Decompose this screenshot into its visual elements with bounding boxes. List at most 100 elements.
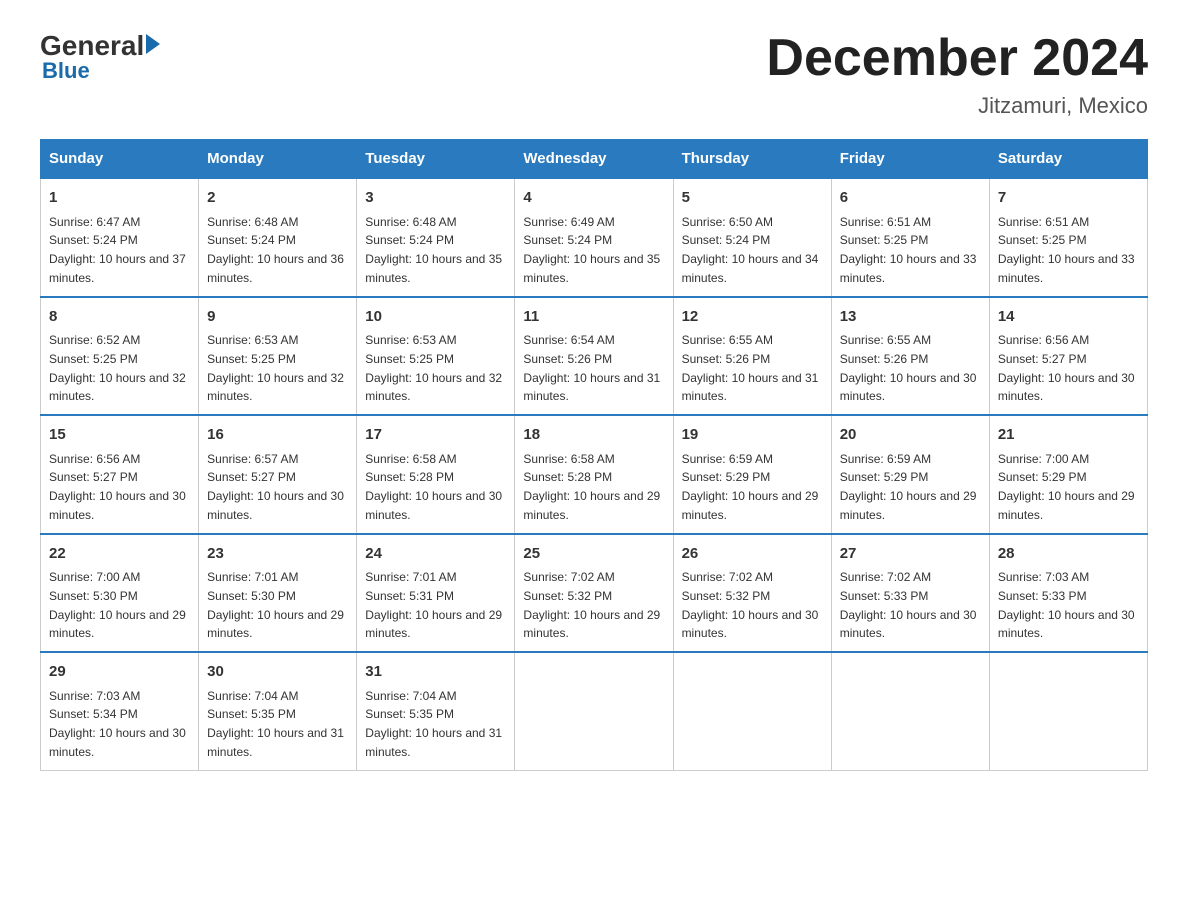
header-thursday: Thursday (673, 140, 831, 179)
day-number: 28 (998, 543, 1139, 566)
calendar-day-cell: 31 Sunrise: 7:04 AMSunset: 5:35 PMDaylig… (357, 652, 515, 770)
day-info: Sunrise: 6:55 AMSunset: 5:26 PMDaylight:… (682, 333, 819, 403)
calendar-week-row: 29 Sunrise: 7:03 AMSunset: 5:34 PMDaylig… (41, 652, 1148, 770)
day-info: Sunrise: 6:49 AMSunset: 5:24 PMDaylight:… (523, 215, 660, 285)
calendar-day-cell: 6 Sunrise: 6:51 AMSunset: 5:25 PMDayligh… (831, 178, 989, 297)
day-info: Sunrise: 7:03 AMSunset: 5:34 PMDaylight:… (49, 689, 186, 759)
day-number: 1 (49, 187, 190, 210)
calendar-day-cell: 8 Sunrise: 6:52 AMSunset: 5:25 PMDayligh… (41, 297, 199, 416)
calendar-day-cell (989, 652, 1147, 770)
day-info: Sunrise: 7:00 AMSunset: 5:30 PMDaylight:… (49, 570, 186, 640)
calendar-day-cell: 5 Sunrise: 6:50 AMSunset: 5:24 PMDayligh… (673, 178, 831, 297)
calendar-day-cell: 2 Sunrise: 6:48 AMSunset: 5:24 PMDayligh… (199, 178, 357, 297)
day-number: 13 (840, 306, 981, 329)
day-number: 10 (365, 306, 506, 329)
calendar-table: Sunday Monday Tuesday Wednesday Thursday… (40, 139, 1148, 771)
day-number: 25 (523, 543, 664, 566)
day-number: 22 (49, 543, 190, 566)
day-info: Sunrise: 6:47 AMSunset: 5:24 PMDaylight:… (49, 215, 186, 285)
day-number: 5 (682, 187, 823, 210)
calendar-day-cell: 7 Sunrise: 6:51 AMSunset: 5:25 PMDayligh… (989, 178, 1147, 297)
calendar-day-cell: 28 Sunrise: 7:03 AMSunset: 5:33 PMDaylig… (989, 534, 1147, 653)
day-number: 30 (207, 661, 348, 684)
header: General Blue December 2024 Jitzamuri, Me… (40, 30, 1148, 119)
calendar-header-row: Sunday Monday Tuesday Wednesday Thursday… (41, 140, 1148, 179)
day-number: 2 (207, 187, 348, 210)
day-info: Sunrise: 6:55 AMSunset: 5:26 PMDaylight:… (840, 333, 977, 403)
day-number: 7 (998, 187, 1139, 210)
day-number: 4 (523, 187, 664, 210)
header-friday: Friday (831, 140, 989, 179)
day-number: 17 (365, 424, 506, 447)
day-number: 9 (207, 306, 348, 329)
day-number: 19 (682, 424, 823, 447)
day-number: 11 (523, 306, 664, 329)
calendar-day-cell: 23 Sunrise: 7:01 AMSunset: 5:30 PMDaylig… (199, 534, 357, 653)
day-number: 20 (840, 424, 981, 447)
day-number: 24 (365, 543, 506, 566)
day-info: Sunrise: 7:02 AMSunset: 5:32 PMDaylight:… (682, 570, 819, 640)
day-number: 15 (49, 424, 190, 447)
day-info: Sunrise: 7:00 AMSunset: 5:29 PMDaylight:… (998, 452, 1135, 522)
calendar-day-cell (515, 652, 673, 770)
calendar-day-cell: 26 Sunrise: 7:02 AMSunset: 5:32 PMDaylig… (673, 534, 831, 653)
calendar-day-cell: 11 Sunrise: 6:54 AMSunset: 5:26 PMDaylig… (515, 297, 673, 416)
day-info: Sunrise: 6:48 AMSunset: 5:24 PMDaylight:… (365, 215, 502, 285)
calendar-day-cell: 22 Sunrise: 7:00 AMSunset: 5:30 PMDaylig… (41, 534, 199, 653)
day-number: 12 (682, 306, 823, 329)
calendar-day-cell: 27 Sunrise: 7:02 AMSunset: 5:33 PMDaylig… (831, 534, 989, 653)
day-info: Sunrise: 6:50 AMSunset: 5:24 PMDaylight:… (682, 215, 819, 285)
day-info: Sunrise: 7:01 AMSunset: 5:31 PMDaylight:… (365, 570, 502, 640)
day-info: Sunrise: 7:02 AMSunset: 5:32 PMDaylight:… (523, 570, 660, 640)
title-area: December 2024 Jitzamuri, Mexico (766, 30, 1148, 119)
day-info: Sunrise: 6:56 AMSunset: 5:27 PMDaylight:… (998, 333, 1135, 403)
calendar-day-cell: 4 Sunrise: 6:49 AMSunset: 5:24 PMDayligh… (515, 178, 673, 297)
logo-arrow-icon (146, 34, 160, 54)
day-info: Sunrise: 6:51 AMSunset: 5:25 PMDaylight:… (840, 215, 977, 285)
calendar-day-cell: 13 Sunrise: 6:55 AMSunset: 5:26 PMDaylig… (831, 297, 989, 416)
calendar-day-cell (831, 652, 989, 770)
calendar-day-cell: 19 Sunrise: 6:59 AMSunset: 5:29 PMDaylig… (673, 415, 831, 534)
calendar-day-cell: 16 Sunrise: 6:57 AMSunset: 5:27 PMDaylig… (199, 415, 357, 534)
day-info: Sunrise: 7:01 AMSunset: 5:30 PMDaylight:… (207, 570, 344, 640)
header-tuesday: Tuesday (357, 140, 515, 179)
calendar-location: Jitzamuri, Mexico (766, 93, 1148, 119)
calendar-day-cell: 3 Sunrise: 6:48 AMSunset: 5:24 PMDayligh… (357, 178, 515, 297)
day-info: Sunrise: 7:02 AMSunset: 5:33 PMDaylight:… (840, 570, 977, 640)
logo-area: General Blue (40, 30, 160, 84)
calendar-day-cell: 17 Sunrise: 6:58 AMSunset: 5:28 PMDaylig… (357, 415, 515, 534)
day-number: 26 (682, 543, 823, 566)
day-number: 16 (207, 424, 348, 447)
day-info: Sunrise: 7:04 AMSunset: 5:35 PMDaylight:… (365, 689, 502, 759)
day-info: Sunrise: 6:48 AMSunset: 5:24 PMDaylight:… (207, 215, 344, 285)
day-info: Sunrise: 7:04 AMSunset: 5:35 PMDaylight:… (207, 689, 344, 759)
calendar-day-cell: 14 Sunrise: 6:56 AMSunset: 5:27 PMDaylig… (989, 297, 1147, 416)
day-number: 3 (365, 187, 506, 210)
day-info: Sunrise: 7:03 AMSunset: 5:33 PMDaylight:… (998, 570, 1135, 640)
day-info: Sunrise: 6:53 AMSunset: 5:25 PMDaylight:… (365, 333, 502, 403)
calendar-week-row: 8 Sunrise: 6:52 AMSunset: 5:25 PMDayligh… (41, 297, 1148, 416)
header-saturday: Saturday (989, 140, 1147, 179)
day-number: 21 (998, 424, 1139, 447)
calendar-day-cell: 24 Sunrise: 7:01 AMSunset: 5:31 PMDaylig… (357, 534, 515, 653)
calendar-day-cell: 15 Sunrise: 6:56 AMSunset: 5:27 PMDaylig… (41, 415, 199, 534)
calendar-day-cell: 20 Sunrise: 6:59 AMSunset: 5:29 PMDaylig… (831, 415, 989, 534)
calendar-day-cell: 10 Sunrise: 6:53 AMSunset: 5:25 PMDaylig… (357, 297, 515, 416)
day-number: 6 (840, 187, 981, 210)
header-sunday: Sunday (41, 140, 199, 179)
day-number: 23 (207, 543, 348, 566)
calendar-day-cell: 12 Sunrise: 6:55 AMSunset: 5:26 PMDaylig… (673, 297, 831, 416)
calendar-day-cell: 9 Sunrise: 6:53 AMSunset: 5:25 PMDayligh… (199, 297, 357, 416)
calendar-day-cell: 21 Sunrise: 7:00 AMSunset: 5:29 PMDaylig… (989, 415, 1147, 534)
calendar-day-cell: 30 Sunrise: 7:04 AMSunset: 5:35 PMDaylig… (199, 652, 357, 770)
day-info: Sunrise: 6:53 AMSunset: 5:25 PMDaylight:… (207, 333, 344, 403)
day-number: 18 (523, 424, 664, 447)
day-number: 14 (998, 306, 1139, 329)
calendar-week-row: 15 Sunrise: 6:56 AMSunset: 5:27 PMDaylig… (41, 415, 1148, 534)
day-info: Sunrise: 6:58 AMSunset: 5:28 PMDaylight:… (365, 452, 502, 522)
day-info: Sunrise: 6:52 AMSunset: 5:25 PMDaylight:… (49, 333, 186, 403)
day-info: Sunrise: 6:59 AMSunset: 5:29 PMDaylight:… (840, 452, 977, 522)
header-wednesday: Wednesday (515, 140, 673, 179)
day-info: Sunrise: 6:51 AMSunset: 5:25 PMDaylight:… (998, 215, 1135, 285)
calendar-day-cell: 29 Sunrise: 7:03 AMSunset: 5:34 PMDaylig… (41, 652, 199, 770)
